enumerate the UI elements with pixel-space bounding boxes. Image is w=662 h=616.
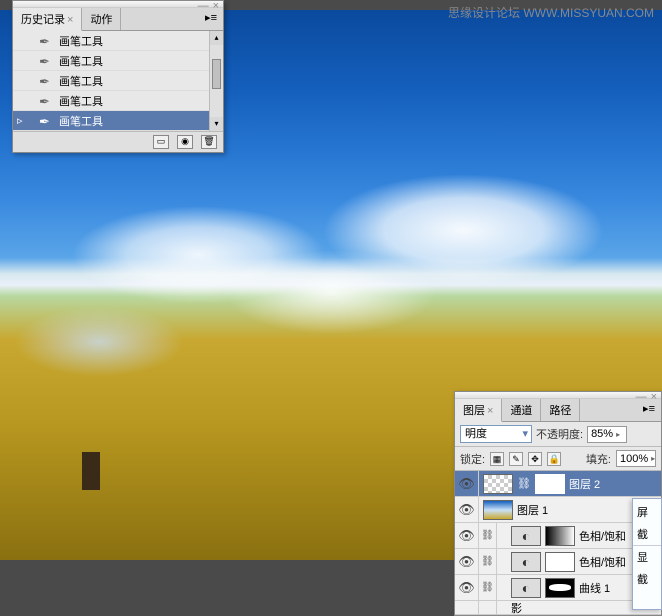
layers-tabs: 图层× 通道 路径 ▸≡ [455,399,661,422]
menu-item[interactable]: 显 [633,545,661,568]
menu-item[interactable]: 截 [633,523,661,545]
brush-icon [39,54,53,68]
visibility-toggle[interactable]: 👁 [455,497,479,522]
adjustment-thumbnail[interactable] [511,526,541,546]
brush-icon [39,114,53,128]
close-icon[interactable]: × [213,0,219,12]
new-document-icon[interactable]: ▭ [153,135,169,149]
layer-name[interactable]: 影 [511,601,522,615]
history-footer: ▭ ◉ 🗑 [13,131,223,152]
context-menu: 屏 截 显 截 [632,498,662,610]
lock-controls: 锁定: ▦ ✎ ✥ 🔒 填充: 100% [455,447,661,471]
panel-drag-bar[interactable]: — × [455,392,661,399]
opacity-input[interactable]: 85% [587,426,627,443]
watermark-text: 思缘设计论坛 WWW.MISSYUAN.COM [448,4,654,21]
blend-controls: 明度 不透明度: 85% [455,422,661,447]
scrollbar[interactable]: ▴ ▾ [209,31,223,131]
tab-paths[interactable]: 路径 [541,399,580,421]
fill-label: 填充: [586,451,611,467]
link-icon[interactable]: ⛓ [479,523,497,548]
eye-icon: 👁 [458,580,475,595]
panel-drag-bar[interactable]: — × [13,1,223,8]
layer-row[interactable]: 👁 ⛓ 曲线 1 [455,575,661,601]
scroll-up-icon[interactable]: ▴ [210,31,223,45]
tab-channels[interactable]: 通道 [502,399,541,421]
link-icon[interactable]: ⛓ [479,549,497,574]
mask-thumbnail[interactable] [545,578,575,598]
scroll-down-icon[interactable]: ▾ [210,117,223,131]
tab-close-icon[interactable]: × [67,14,73,26]
layer-thumbnail[interactable] [483,474,513,494]
mask-thumbnail[interactable] [545,526,575,546]
brush-icon [39,94,53,108]
link-icon[interactable] [479,601,497,614]
layer-name[interactable]: 曲线 1 [579,580,610,596]
layer-row[interactable]: 👁 ⛓ 图层 2 [455,471,661,497]
layer-name[interactable]: 图层 2 [569,476,600,492]
layer-name[interactable]: 图层 1 [517,502,548,518]
eye-icon: 👁 [458,554,475,569]
history-item[interactable]: 画笔工具 [13,91,223,111]
layer-name[interactable]: 色相/饱和 [579,528,626,544]
scroll-thumb[interactable] [212,59,221,89]
adjustment-thumbnail[interactable] [511,552,541,572]
lock-label: 锁定: [460,451,485,467]
visibility-toggle[interactable] [455,601,479,614]
blend-mode-dropdown[interactable]: 明度 [460,425,532,443]
minimize-icon[interactable]: — [636,391,647,403]
layer-thumbnail[interactable] [483,500,513,520]
visibility-toggle[interactable]: 👁 [455,471,479,496]
history-state-marker: ▹ [17,114,31,127]
menu-item[interactable]: 截 [633,568,661,590]
lock-pixels-icon[interactable]: ✎ [509,452,523,466]
canvas-content [82,452,100,490]
tab-close-icon[interactable]: × [487,405,493,417]
tab-layers[interactable]: 图层× [455,399,502,422]
minimize-icon[interactable]: — [198,0,209,12]
lock-transparency-icon[interactable]: ▦ [490,452,504,466]
menu-item[interactable]: 屏 [633,501,661,523]
lock-position-icon[interactable]: ✥ [528,452,542,466]
history-item[interactable]: 画笔工具 [13,51,223,71]
history-item[interactable]: 画笔工具 [13,31,223,51]
close-icon[interactable]: × [651,391,657,403]
opacity-label: 不透明度: [536,426,583,442]
visibility-toggle[interactable]: 👁 [455,575,479,600]
fill-input[interactable]: 100% [616,450,656,467]
history-panel: — × 历史记录× 动作 ▸≡ 画笔工具 画笔工具 画笔工具 画笔工具 ▹画笔工… [12,0,224,153]
layer-row[interactable]: 👁 图层 1 [455,497,661,523]
visibility-toggle[interactable]: 👁 [455,549,479,574]
lock-all-icon[interactable]: 🔒 [547,452,561,466]
tab-history[interactable]: 历史记录× [13,8,82,31]
eye-icon: 👁 [458,528,475,543]
link-icon[interactable]: ⛓ [479,575,497,600]
visibility-toggle[interactable]: 👁 [455,523,479,548]
adjustment-thumbnail[interactable] [511,578,541,598]
history-item[interactable]: 画笔工具 [13,71,223,91]
tab-actions[interactable]: 动作 [82,8,121,30]
delete-icon[interactable]: 🗑 [201,135,217,149]
history-item[interactable]: ▹画笔工具 [13,111,223,131]
mask-thumbnail[interactable] [535,474,565,494]
layer-row[interactable]: 影 [455,601,661,615]
eye-icon: 👁 [458,476,475,491]
history-tabs: 历史记录× 动作 ▸≡ [13,8,223,31]
brush-icon [39,74,53,88]
mask-link-icon[interactable]: ⛓ [517,477,531,490]
history-list: 画笔工具 画笔工具 画笔工具 画笔工具 ▹画笔工具 ▴ ▾ [13,31,223,131]
layer-row[interactable]: 👁 ⛓ 色相/饱和 [455,549,661,575]
layer-name[interactable]: 色相/饱和 [579,554,626,570]
snapshot-icon[interactable]: ◉ [177,135,193,149]
layer-row[interactable]: 👁 ⛓ 色相/饱和 [455,523,661,549]
layer-list: 👁 ⛓ 图层 2 👁 图层 1 👁 ⛓ 色相/饱和 [455,471,661,615]
brush-icon [39,34,53,48]
eye-icon: 👁 [458,502,475,517]
mask-thumbnail[interactable] [545,552,575,572]
layers-panel: — × 图层× 通道 路径 ▸≡ 明度 不透明度: 85% 锁定: ▦ ✎ ✥ … [454,391,662,616]
